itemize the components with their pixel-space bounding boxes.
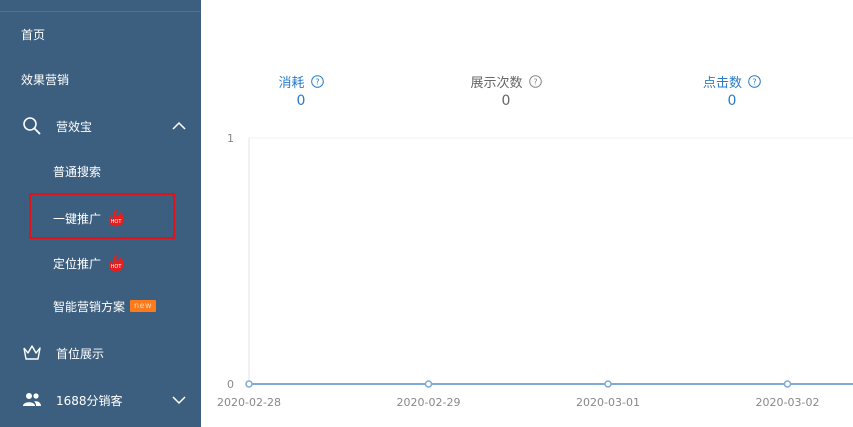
sidebar-item-label: 1688分销客 [56,393,123,408]
x-tick-label: 2020-03-01 [576,396,640,409]
sidebar-item-label: 营效宝 [56,119,93,134]
sidebar-item-label: 定位推广 [53,256,102,271]
sidebar: 首页 效果营销 营效宝 普通搜索 一键推广 HOT 定位推广 HOT 智能营销方… [0,0,201,427]
highlight-box [29,193,175,239]
y-tick-label: 0 [227,378,234,391]
data-point [783,380,792,388]
x-tick-label: 2020-02-28 [217,396,281,409]
sidebar-item-label: 普通搜索 [53,164,102,179]
line-chart: 0 1 2020-02-28 2020-02-29 2020-03-01 2020-03-… [217,132,853,409]
sidebar-item-normal-search[interactable]: 普通搜索 [0,156,201,186]
crown-icon [22,343,42,363]
x-tick-label: 2020-02-29 [397,396,461,409]
sidebar-item-label: 首位展示 [56,346,105,361]
hot-badge-text: HOT [111,264,123,270]
data-point [424,380,433,388]
new-badge: new [130,300,157,312]
users-icon [22,390,42,410]
sidebar-item-label: 首页 [21,27,46,42]
sidebar-item-position-promo[interactable]: 定位推广 HOT [0,248,201,278]
chevron-up-icon[interactable] [171,118,187,134]
sidebar-item-distributor[interactable]: 1688分销客 [0,385,201,415]
sidebar-item-top-display[interactable]: 首位展示 [0,338,201,368]
sidebar-item-effect-marketing[interactable]: 效果营销 [0,64,201,94]
sidebar-item-label: 智能营销方案 [53,299,126,314]
hot-badge-icon: HOT [105,253,127,273]
chevron-down-icon[interactable] [171,392,187,408]
search-icon [22,116,42,136]
y-tick-label: 1 [227,132,234,145]
x-tick-label: 2020-03-02 [756,396,820,409]
data-point [604,380,612,388]
data-point [245,380,253,388]
main-panel: 消耗 ? 0 展示次数 ? 0 点击数 ? 0 0 1 2020-02-28 2020… [201,0,853,427]
sidebar-divider [0,11,201,12]
sidebar-item-home[interactable]: 首页 [0,19,201,49]
sidebar-item-yingxiaobao[interactable]: 营效宝 [0,111,201,141]
sidebar-item-smart-marketing[interactable]: 智能营销方案 new [0,291,201,321]
sidebar-item-label: 效果营销 [21,72,70,87]
